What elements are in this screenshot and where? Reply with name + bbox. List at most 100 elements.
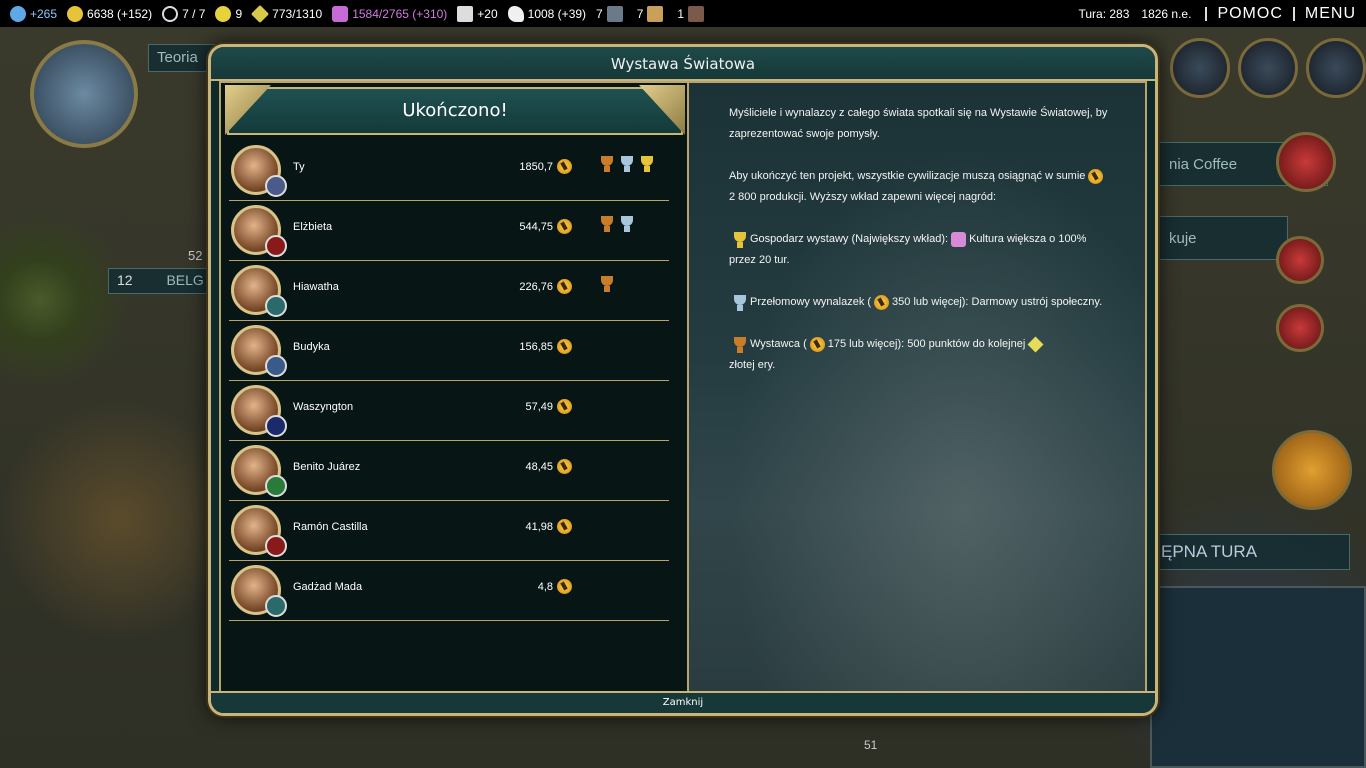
- silver-trophy-icon: [619, 216, 635, 234]
- silver-trophy-icon: [732, 294, 747, 311]
- archaeology-stat[interactable]: 1: [677, 5, 708, 22]
- production-icon: [557, 279, 572, 294]
- gold-icon: [67, 5, 84, 22]
- unit-action-button[interactable]: [1272, 430, 1352, 510]
- contribution-value: 41,98: [525, 521, 553, 533]
- close-button[interactable]: Zamknij: [211, 691, 1155, 713]
- leader-name: Elżbieta: [293, 221, 333, 233]
- contributor-row[interactable]: Elżbieta 544,75: [229, 201, 669, 261]
- civ-emblem-icon: [265, 415, 287, 437]
- culture-icon: [951, 231, 967, 247]
- great-works-icon: [647, 5, 664, 22]
- production-icon: [874, 294, 890, 310]
- social-policy-button[interactable]: [1238, 38, 1298, 98]
- bronze-trophy-icon: [732, 336, 747, 353]
- golden-age-icon: [1027, 336, 1044, 353]
- help-button[interactable]: POMOC: [1217, 5, 1282, 23]
- alert-icon[interactable]: [1276, 132, 1336, 192]
- production-icon: [809, 336, 825, 352]
- minimap[interactable]: [1150, 586, 1366, 768]
- tourism-stat[interactable]: +20: [457, 5, 498, 22]
- divider: [1292, 6, 1295, 21]
- production-icon: [557, 579, 572, 594]
- leader-name: Waszyngton: [293, 401, 354, 413]
- tourism-icon: [457, 5, 474, 22]
- great-works-stat[interactable]: 7: [637, 5, 668, 22]
- civ-emblem-icon: [265, 595, 287, 617]
- contributor-row[interactable]: Waszyngton 57,49: [229, 381, 669, 441]
- gold-trophy-icon: [732, 231, 747, 248]
- contributor-row[interactable]: Budyka 156,85: [229, 321, 669, 381]
- culture-stat[interactable]: 1584/2765 (+310): [332, 5, 447, 22]
- production-icon: [557, 159, 572, 174]
- civ-emblem-icon: [265, 295, 287, 317]
- world-fair-dialog: Wystawa Światowa Ukończono! Ty 1850,7 Elżb…: [208, 44, 1158, 716]
- project-description: Myśliciele i wynalazcy z całego świata s…: [729, 103, 1109, 397]
- faith-stat[interactable]: 1008 (+39): [507, 5, 586, 22]
- leader-name: Hiawatha: [293, 281, 339, 293]
- intro-text: Myśliciele i wynalazcy z całego świata s…: [729, 107, 1108, 140]
- bronze-trophy-icon: [599, 156, 615, 174]
- unit-count-label: 51: [864, 738, 878, 752]
- leader-name: Budyka: [293, 341, 330, 353]
- production-icon: [557, 219, 572, 234]
- contributions-pane: Ukończono! Ty 1850,7 Elżbieta 544,75 Hiawath…: [219, 81, 689, 695]
- silver-trophy-icon: [619, 156, 635, 174]
- turn-counter: Tura: 283: [1078, 6, 1130, 21]
- civ-emblem-icon: [265, 235, 287, 257]
- next-turn-button[interactable]: ĘPNA TURA: [1150, 534, 1350, 570]
- production-icon: [557, 519, 572, 534]
- player-leader-portrait[interactable]: [30, 40, 138, 148]
- contributions-list: Ty 1850,7 Elżbieta 544,75 Hiawatha 226,76 Budy…: [229, 141, 669, 621]
- trade-route-icon: [162, 5, 179, 22]
- leader-name: Ramón Castilla: [293, 521, 368, 533]
- top-right-controls: Tura: 283 1826 n.e. POMOC MENU: [1078, 0, 1366, 27]
- trophy-list: [599, 156, 655, 174]
- silver-reward-text: Przełomowy wynalazek (350 lub więcej): D…: [729, 292, 1109, 313]
- production-icon: [557, 459, 572, 474]
- alert-icon[interactable]: [1276, 304, 1324, 352]
- culture-icon: [332, 5, 349, 22]
- spies-stat[interactable]: 7: [596, 5, 627, 22]
- city-strength: 52: [188, 248, 203, 263]
- happiness-stat[interactable]: 9: [215, 5, 242, 22]
- contribution-value: 156,85: [519, 341, 553, 353]
- artifact-icon: [688, 5, 705, 22]
- gold-trophy-icon: [639, 156, 655, 174]
- science-stat[interactable]: +265: [10, 5, 57, 22]
- contributor-row[interactable]: Gadżad Mada 4,8: [229, 561, 669, 621]
- contribution-value: 48,45: [525, 461, 553, 473]
- dialog-title: Wystawa Światowa: [211, 47, 1155, 81]
- production-icon: [557, 339, 572, 354]
- civ-emblem-icon: [265, 535, 287, 557]
- contribution-value: 1850,7: [519, 161, 553, 173]
- alert-icon[interactable]: [1276, 236, 1324, 284]
- divider: [1205, 6, 1208, 21]
- notification-panel[interactable]: kuje: [1158, 216, 1288, 260]
- civ-emblem-icon: [265, 175, 287, 197]
- production-icon: [557, 399, 572, 414]
- description-pane: Myśliciele i wynalazcy z całego świata s…: [689, 81, 1147, 695]
- contributor-row[interactable]: Benito Juárez 48,45: [229, 441, 669, 501]
- contribution-value: 544,75: [519, 221, 553, 233]
- contributor-row[interactable]: Ty 1850,7: [229, 141, 669, 201]
- spy-icon: [606, 5, 623, 22]
- leader-name: Benito Juárez: [293, 461, 361, 473]
- requirement-text: Aby ukończyć ten projekt, wszystkie cywi…: [729, 166, 1109, 208]
- civ-emblem-icon: [265, 475, 287, 497]
- contributor-row[interactable]: Hiawatha 226,76: [229, 261, 669, 321]
- contribution-value: 4,8: [537, 581, 553, 593]
- notification-button[interactable]: [1170, 38, 1230, 98]
- city-banner[interactable]: 12 BELG: [108, 268, 218, 294]
- contributor-row[interactable]: Ramón Castilla 41,98: [229, 501, 669, 561]
- menu-button[interactable]: MENU: [1305, 5, 1356, 23]
- golden-age-stat[interactable]: 773/1310: [251, 4, 322, 23]
- trade-routes-stat[interactable]: 7 / 7: [162, 5, 205, 22]
- gold-reward-text: Gospodarz wystawy (Największy wkład): Kul…: [729, 231, 1087, 266]
- diplomacy-button[interactable]: [1306, 38, 1366, 98]
- trophy-list: [599, 276, 615, 294]
- gold-stat[interactable]: 6638 (+152): [67, 5, 152, 22]
- faith-icon: [507, 5, 524, 22]
- status-banner: Ukończono!: [227, 87, 683, 135]
- golden-age-icon: [251, 4, 270, 23]
